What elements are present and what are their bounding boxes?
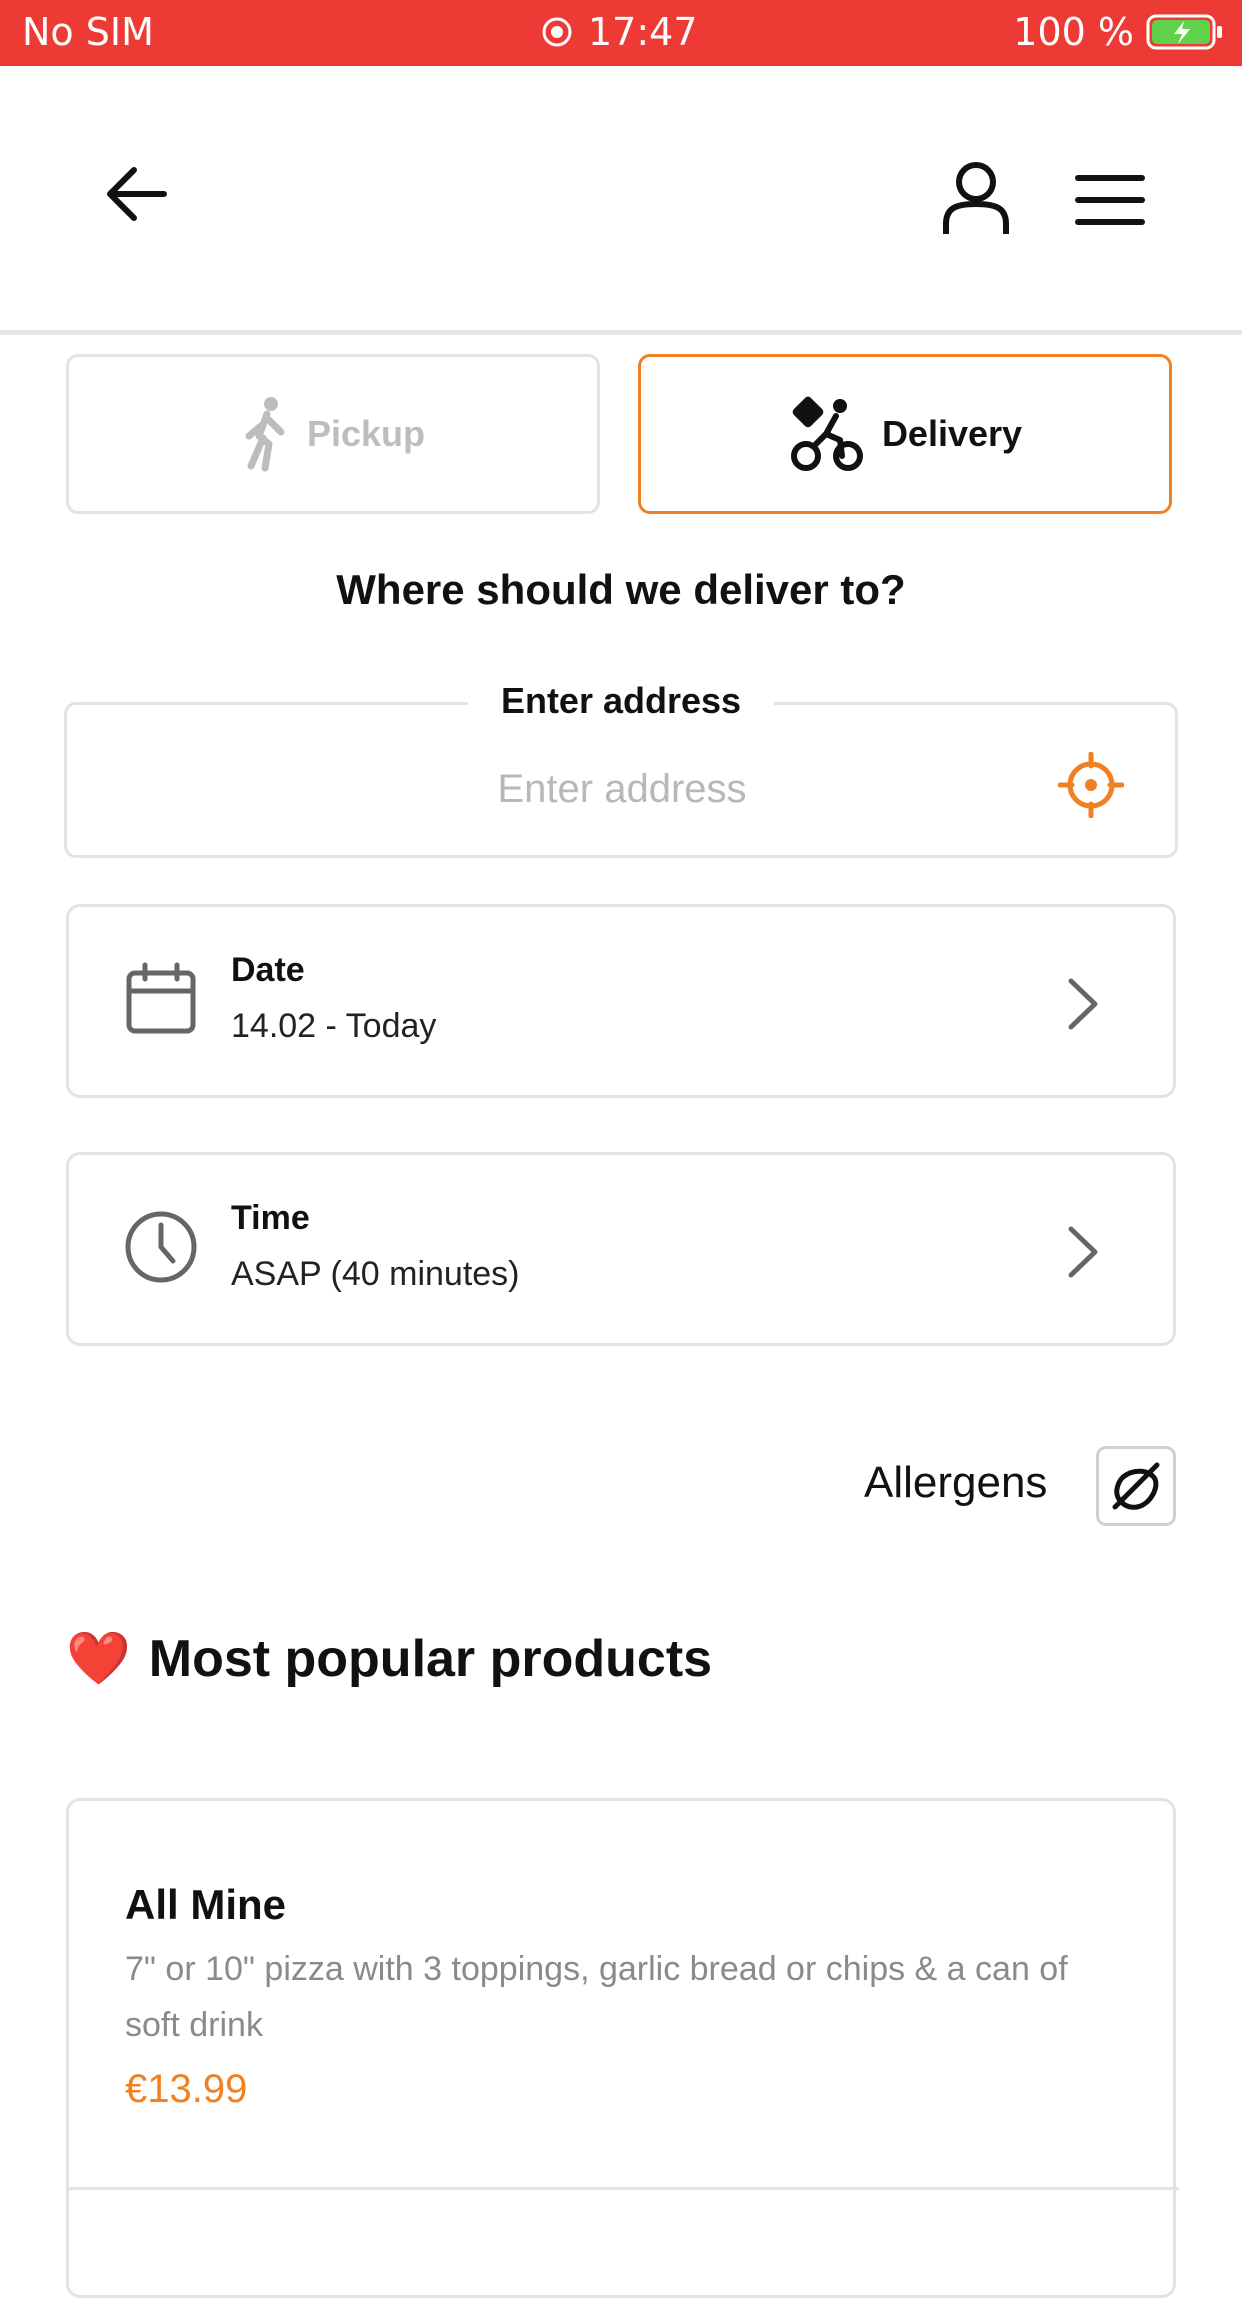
allergen-nut-icon: [1112, 1462, 1160, 1510]
allergens-label: Allergens: [864, 1458, 1048, 1507]
address-input[interactable]: [180, 752, 1064, 826]
chevron-right-icon: [1068, 978, 1098, 1030]
battery-percent: 100 %: [1013, 10, 1134, 54]
divider: [69, 2187, 1179, 2190]
pickup-button[interactable]: Pickup: [66, 354, 600, 514]
date-label: Date: [231, 951, 305, 989]
account-icon[interactable]: [936, 158, 1016, 238]
location-indicator-icon: [542, 17, 572, 47]
back-arrow-icon[interactable]: [100, 156, 176, 232]
delivery-label: Delivery: [881, 413, 1023, 454]
product-card[interactable]: All Mine 7" or 10" pizza with 3 toppings…: [66, 1798, 1179, 2298]
delivery-bike-icon: [790, 396, 863, 471]
locate-crosshair-icon[interactable]: [1058, 752, 1124, 818]
popular-products-title: Most popular products: [148, 1629, 713, 1688]
battery-charging-icon: [1146, 14, 1222, 50]
pickup-label: Pickup: [306, 413, 426, 454]
product-name: All Mine: [125, 1881, 287, 1928]
heart-icon: ❤️: [66, 1630, 131, 1688]
allergens-button[interactable]: [1096, 1446, 1176, 1526]
chevron-right-icon: [1068, 1226, 1098, 1278]
status-bar: No SIM 17:47 100 %: [0, 0, 1242, 66]
delivery-question: Where should we deliver to?: [336, 566, 906, 613]
battery-area: 100 %: [1013, 10, 1224, 54]
calendar-icon: [126, 962, 196, 1034]
product-description: 7" or 10" pizza with 3 toppings, garlic …: [125, 1950, 1068, 2044]
date-selector[interactable]: Date 14.02 - Today: [66, 904, 1176, 1098]
status-time: 17:47: [588, 10, 698, 54]
status-center: 17:47: [540, 10, 698, 54]
app-header: [0, 66, 1242, 335]
clock-icon: [125, 1211, 197, 1283]
address-field-label: Enter address: [468, 680, 774, 722]
walking-person-icon: [245, 397, 285, 472]
carrier-label: No SIM: [22, 10, 154, 54]
time-value: ASAP (40 minutes): [231, 1255, 520, 1293]
delivery-button[interactable]: Delivery: [638, 354, 1172, 514]
hamburger-menu-icon[interactable]: [1072, 170, 1148, 230]
product-price: €13.99: [125, 2067, 248, 2111]
time-label: Time: [231, 1199, 310, 1237]
popular-products-heading: ❤️ Most popular products: [66, 1628, 712, 1689]
time-selector[interactable]: Time ASAP (40 minutes): [66, 1152, 1176, 1346]
date-value: 14.02 - Today: [231, 1007, 437, 1045]
